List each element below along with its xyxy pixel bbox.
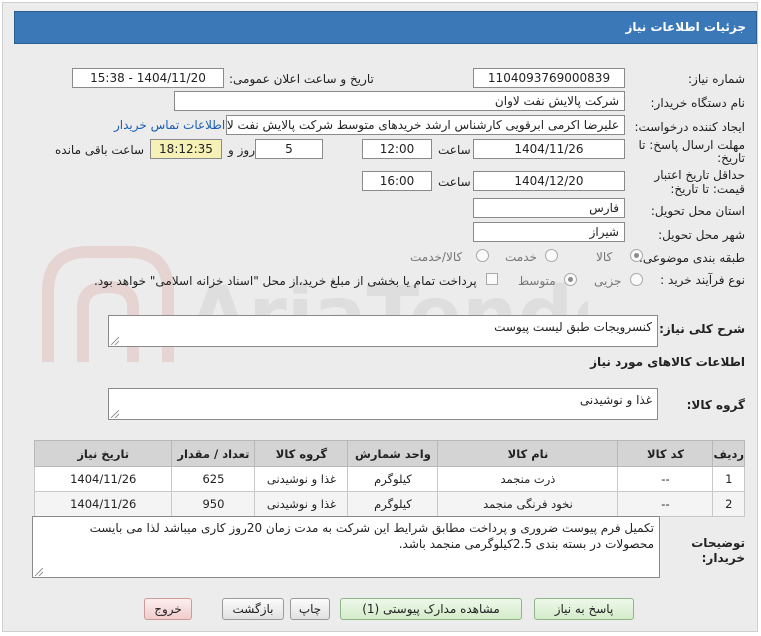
category-option-goods-service: کالا/خدمت [410, 250, 463, 264]
cell-group: غذا و نوشیدنی [254, 466, 349, 492]
category-radio-goods[interactable] [630, 249, 643, 262]
group-textarea: غذا و نوشیدنی [108, 388, 658, 420]
resize-grip[interactable] [111, 410, 119, 418]
title-bar: جزئیات اطلاعات نیاز [14, 11, 757, 44]
category-radio-goods-service[interactable] [476, 249, 489, 262]
exit-button[interactable]: خروج [144, 598, 192, 620]
process-label: نوع فرآیند خرید : [660, 273, 745, 287]
creator-field: علیرضا اکرمی ابرقویی کارشناس ارشد خریدها… [226, 115, 625, 135]
validity-label-date: قیمت: تا تاریخ: [670, 182, 745, 196]
buyer-notes-text: تکمیل فرم پیوست ضروری و پرداخت مطابق شرا… [89, 521, 654, 551]
province-field: فارس [473, 198, 625, 218]
cell-item-name: ذرت منجمد [437, 466, 619, 492]
cell-row-number: 2 [712, 491, 745, 517]
table-row[interactable]: 1 -- ذرت منجمد کیلوگرم غذا و نوشیدنی 625… [33, 466, 745, 492]
resize-grip[interactable] [111, 337, 119, 345]
buyer-field: شرکت پالایش نفت لاوان [174, 91, 625, 111]
table-header-row: ردیف کد کالا نام کالا واحد شمارش گروه کا… [33, 440, 745, 467]
cell-group: غذا و نوشیدنی [254, 491, 349, 517]
col-header-row-number: ردیف [712, 440, 745, 467]
treasury-payment-note: پرداخت تمام یا بخشی از مبلغ خرید،از محل … [94, 274, 477, 288]
buyer-label: نام دستگاه خریدار: [650, 96, 746, 110]
validity-date-field: 1404/12/20 [473, 171, 625, 191]
view-attachments-button[interactable]: مشاهده مدارک پیوستی (1) [340, 598, 522, 620]
process-option-minor: جزیی [594, 274, 622, 288]
summary-textarea: کنسرویجات طبق لیست پیوست [108, 315, 658, 347]
summary-text: کنسرویجات طبق لیست پیوست [494, 320, 652, 334]
col-header-unit: واحد شمارش [347, 440, 439, 467]
col-header-need-date: تاریخ نیاز [33, 440, 173, 467]
cell-item-code: -- [617, 466, 714, 492]
group-label: گروه کالا: [686, 398, 745, 412]
cell-unit: کیلوگرم [347, 466, 439, 492]
buyer-contact-link[interactable]: اطلاعات تماس خریدار [114, 118, 225, 132]
col-header-group: گروه کالا [254, 440, 349, 467]
days-remaining-field: 5 [255, 139, 323, 159]
deadline-time-field: 12:00 [362, 139, 432, 159]
summary-label: شرح کلی نیاز: [659, 322, 745, 336]
city-label: شهر محل تحویل: [658, 228, 745, 242]
cell-quantity: 950 [171, 491, 256, 517]
page-title: جزئیات اطلاعات نیاز [625, 20, 746, 34]
resize-grip[interactable] [35, 568, 43, 576]
remaining-time-field: 18:12:35 [150, 139, 222, 159]
treasury-payment-checkbox[interactable] [486, 273, 498, 285]
deadline-time-label: ساعت [438, 143, 471, 157]
cell-unit: کیلوگرم [347, 491, 439, 517]
cell-quantity: 625 [171, 466, 256, 492]
creator-label: ایجاد کننده درخواست: [634, 120, 745, 134]
col-header-item-name: نام کالا [437, 440, 619, 467]
need-number-field: 1104093769000839 [473, 68, 625, 88]
back-button[interactable]: بازگشت [222, 598, 284, 620]
need-number-label: شماره نیاز: [688, 72, 745, 86]
group-text: غذا و نوشیدنی [579, 393, 652, 407]
items-table: ردیف کد کالا نام کالا واحد شمارش گروه کا… [33, 440, 745, 517]
deadline-label: مهلت ارسال پاسخ: تا [638, 138, 745, 152]
announce-field: 1404/11/20 - 15:38 [72, 68, 224, 88]
remaining-label: ساعت باقی مانده [55, 143, 145, 157]
process-radio-medium[interactable] [564, 273, 577, 286]
validity-time-field: 16:00 [362, 171, 432, 191]
category-option-service: خدمت [505, 250, 537, 264]
validity-label: حداقل تاریخ اعتبار [654, 168, 745, 182]
deadline-date-field: 1404/11/26 [473, 139, 625, 159]
category-label: طبقه بندی موضوعی: [638, 251, 745, 265]
buyer-notes-label: توضیحات خریدار: [691, 536, 745, 565]
announce-label: تاریخ و ساعت اعلان عمومی: [229, 72, 374, 86]
cell-item-code: -- [617, 491, 714, 517]
col-header-quantity: تعداد / مقدار [171, 440, 256, 467]
process-option-medium: متوسط [518, 274, 556, 288]
col-header-item-code: کد کالا [617, 440, 714, 467]
category-option-goods: کالا [596, 250, 613, 264]
cell-need-date: 1404/11/26 [33, 491, 173, 517]
cell-item-name: نخود فرنگی منجمد [437, 491, 619, 517]
reply-button[interactable]: پاسخ به نیاز [534, 598, 634, 620]
validity-time-label: ساعت [438, 175, 471, 189]
table-row[interactable]: 2 -- نخود فرنگی منجمد کیلوگرم غذا و نوشی… [33, 491, 745, 517]
print-button[interactable]: چاپ [290, 598, 330, 620]
days-label: روز و [228, 143, 255, 157]
category-radio-service[interactable] [545, 249, 558, 262]
deadline-label-date: تاریخ: [717, 151, 745, 165]
cell-need-date: 1404/11/26 [33, 466, 173, 492]
goods-info-title: اطلاعات کالاهای مورد نیاز [590, 355, 745, 369]
cell-row-number: 1 [712, 466, 745, 492]
city-field: شیراز [473, 222, 625, 242]
buyer-notes-textarea: تکمیل فرم پیوست ضروری و پرداخت مطابق شرا… [32, 516, 660, 578]
process-radio-minor[interactable] [630, 273, 643, 286]
province-label: استان محل تحویل: [650, 204, 745, 218]
